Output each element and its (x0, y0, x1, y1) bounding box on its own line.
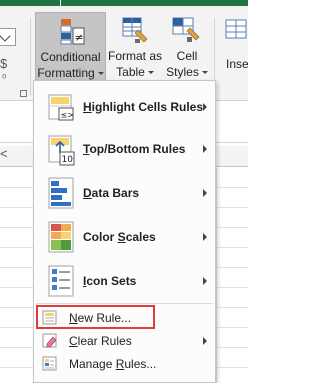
icon-sets-icon (48, 265, 74, 297)
cell-styles-label-2: Styles (164, 65, 210, 79)
grid-line (0, 267, 36, 268)
format-as-table-button[interactable]: Format as Table (107, 12, 163, 86)
grid-line (216, 227, 248, 228)
submenu-arrow-icon (203, 103, 207, 111)
svg-text:≤>: ≤> (61, 111, 74, 120)
menu-item-label: Color Scales (83, 230, 156, 244)
dropdown-arrow-icon (97, 72, 104, 76)
insert-label: Inse (226, 57, 249, 71)
menu-item-top-bottom-rules[interactable]: 10 Top/Bottom Rules (34, 130, 215, 170)
color-scales-icon (48, 221, 74, 253)
conditional-formatting-button[interactable]: ≠ Conditional Formatting (35, 12, 106, 86)
grid-line (0, 367, 36, 368)
grid-line (216, 207, 248, 208)
menu-item-label: Highlight Cells Rules (83, 100, 204, 114)
submenu-arrow-icon (203, 189, 207, 197)
top-bottom-icon: 10 (48, 135, 75, 166)
grid-line (0, 347, 36, 348)
cell-styles-button[interactable]: Cell Styles (164, 12, 210, 86)
grid-line (0, 207, 36, 208)
grid-line (216, 307, 248, 308)
menu-item-label: Manage Rules... (69, 357, 157, 371)
number-group-launcher-icon[interactable] (20, 90, 27, 97)
format-as-table-icon (122, 17, 148, 43)
dropdown-arrow-icon (201, 71, 208, 75)
submenu-arrow-icon (203, 233, 207, 241)
grid-line (216, 347, 248, 348)
chevron-down-icon (0, 30, 11, 42)
grid-line (0, 287, 36, 288)
grid-line (216, 287, 248, 288)
menu-item-highlight-cells-rules[interactable]: ≤> Highlight Cells Rules (34, 88, 215, 128)
svg-text:10: 10 (62, 155, 74, 165)
submenu-arrow-icon (203, 277, 207, 285)
number-format-dropdown[interactable] (0, 28, 16, 46)
menu-item-color-scales[interactable]: Color Scales (34, 216, 215, 258)
grid-line (0, 247, 36, 248)
grid-line (216, 168, 217, 383)
menu-item-label: Icon Sets (83, 274, 137, 288)
conditional-formatting-icon: ≠ (60, 19, 85, 45)
conditional-formatting-menu: ≤> Highlight Cells Rules 10 Top/Bottom R… (33, 80, 216, 383)
submenu-arrow-icon (203, 145, 207, 153)
formula-cancel-icon[interactable]: < (0, 146, 8, 161)
grid-line (0, 227, 36, 228)
grid-line (216, 267, 248, 268)
menu-separator (36, 303, 213, 304)
highlight-cells-icon: ≤> (48, 94, 74, 121)
grid-line (216, 187, 248, 188)
currency-format-icon[interactable]: $ (0, 56, 7, 71)
manage-rules-icon (42, 356, 57, 371)
grid-line (0, 327, 36, 328)
menu-item-label: Top/Bottom Rules (83, 142, 186, 156)
grid-line (216, 247, 248, 248)
menu-item-clear-rules[interactable]: Clear Rules (34, 330, 215, 352)
cell-styles-label-1: Cell (176, 49, 198, 63)
grid-line (0, 187, 36, 188)
format-as-table-label-1: Format as (107, 49, 162, 63)
menu-item-label: Data Bars (83, 186, 140, 200)
conditional-formatting-label-2: Formatting (36, 66, 105, 80)
insert-cells-icon (225, 19, 247, 39)
submenu-arrow-icon (203, 337, 207, 345)
svg-text:≠: ≠ (75, 31, 84, 44)
data-bars-icon (48, 177, 74, 209)
menu-item-data-bars[interactable]: Data Bars (34, 172, 215, 214)
decimal-format-icon[interactable]: ⁰ (2, 72, 6, 85)
new-rule-highlight-box (36, 305, 155, 329)
insert-button[interactable]: Inse (220, 12, 249, 86)
menu-item-label: Clear Rules (69, 334, 132, 348)
group-separator (30, 18, 31, 96)
grid-line (0, 307, 36, 308)
menu-item-icon-sets[interactable]: Icon Sets (34, 260, 215, 302)
eraser-icon (42, 333, 57, 348)
format-as-table-label-2: Table (107, 65, 163, 79)
conditional-formatting-label-1: Conditional (40, 50, 101, 64)
grid-line (216, 327, 248, 328)
cell-styles-icon (172, 17, 200, 42)
grid-line (216, 367, 248, 368)
dropdown-arrow-icon (147, 71, 154, 75)
menu-item-manage-rules[interactable]: Manage Rules... (34, 353, 215, 375)
